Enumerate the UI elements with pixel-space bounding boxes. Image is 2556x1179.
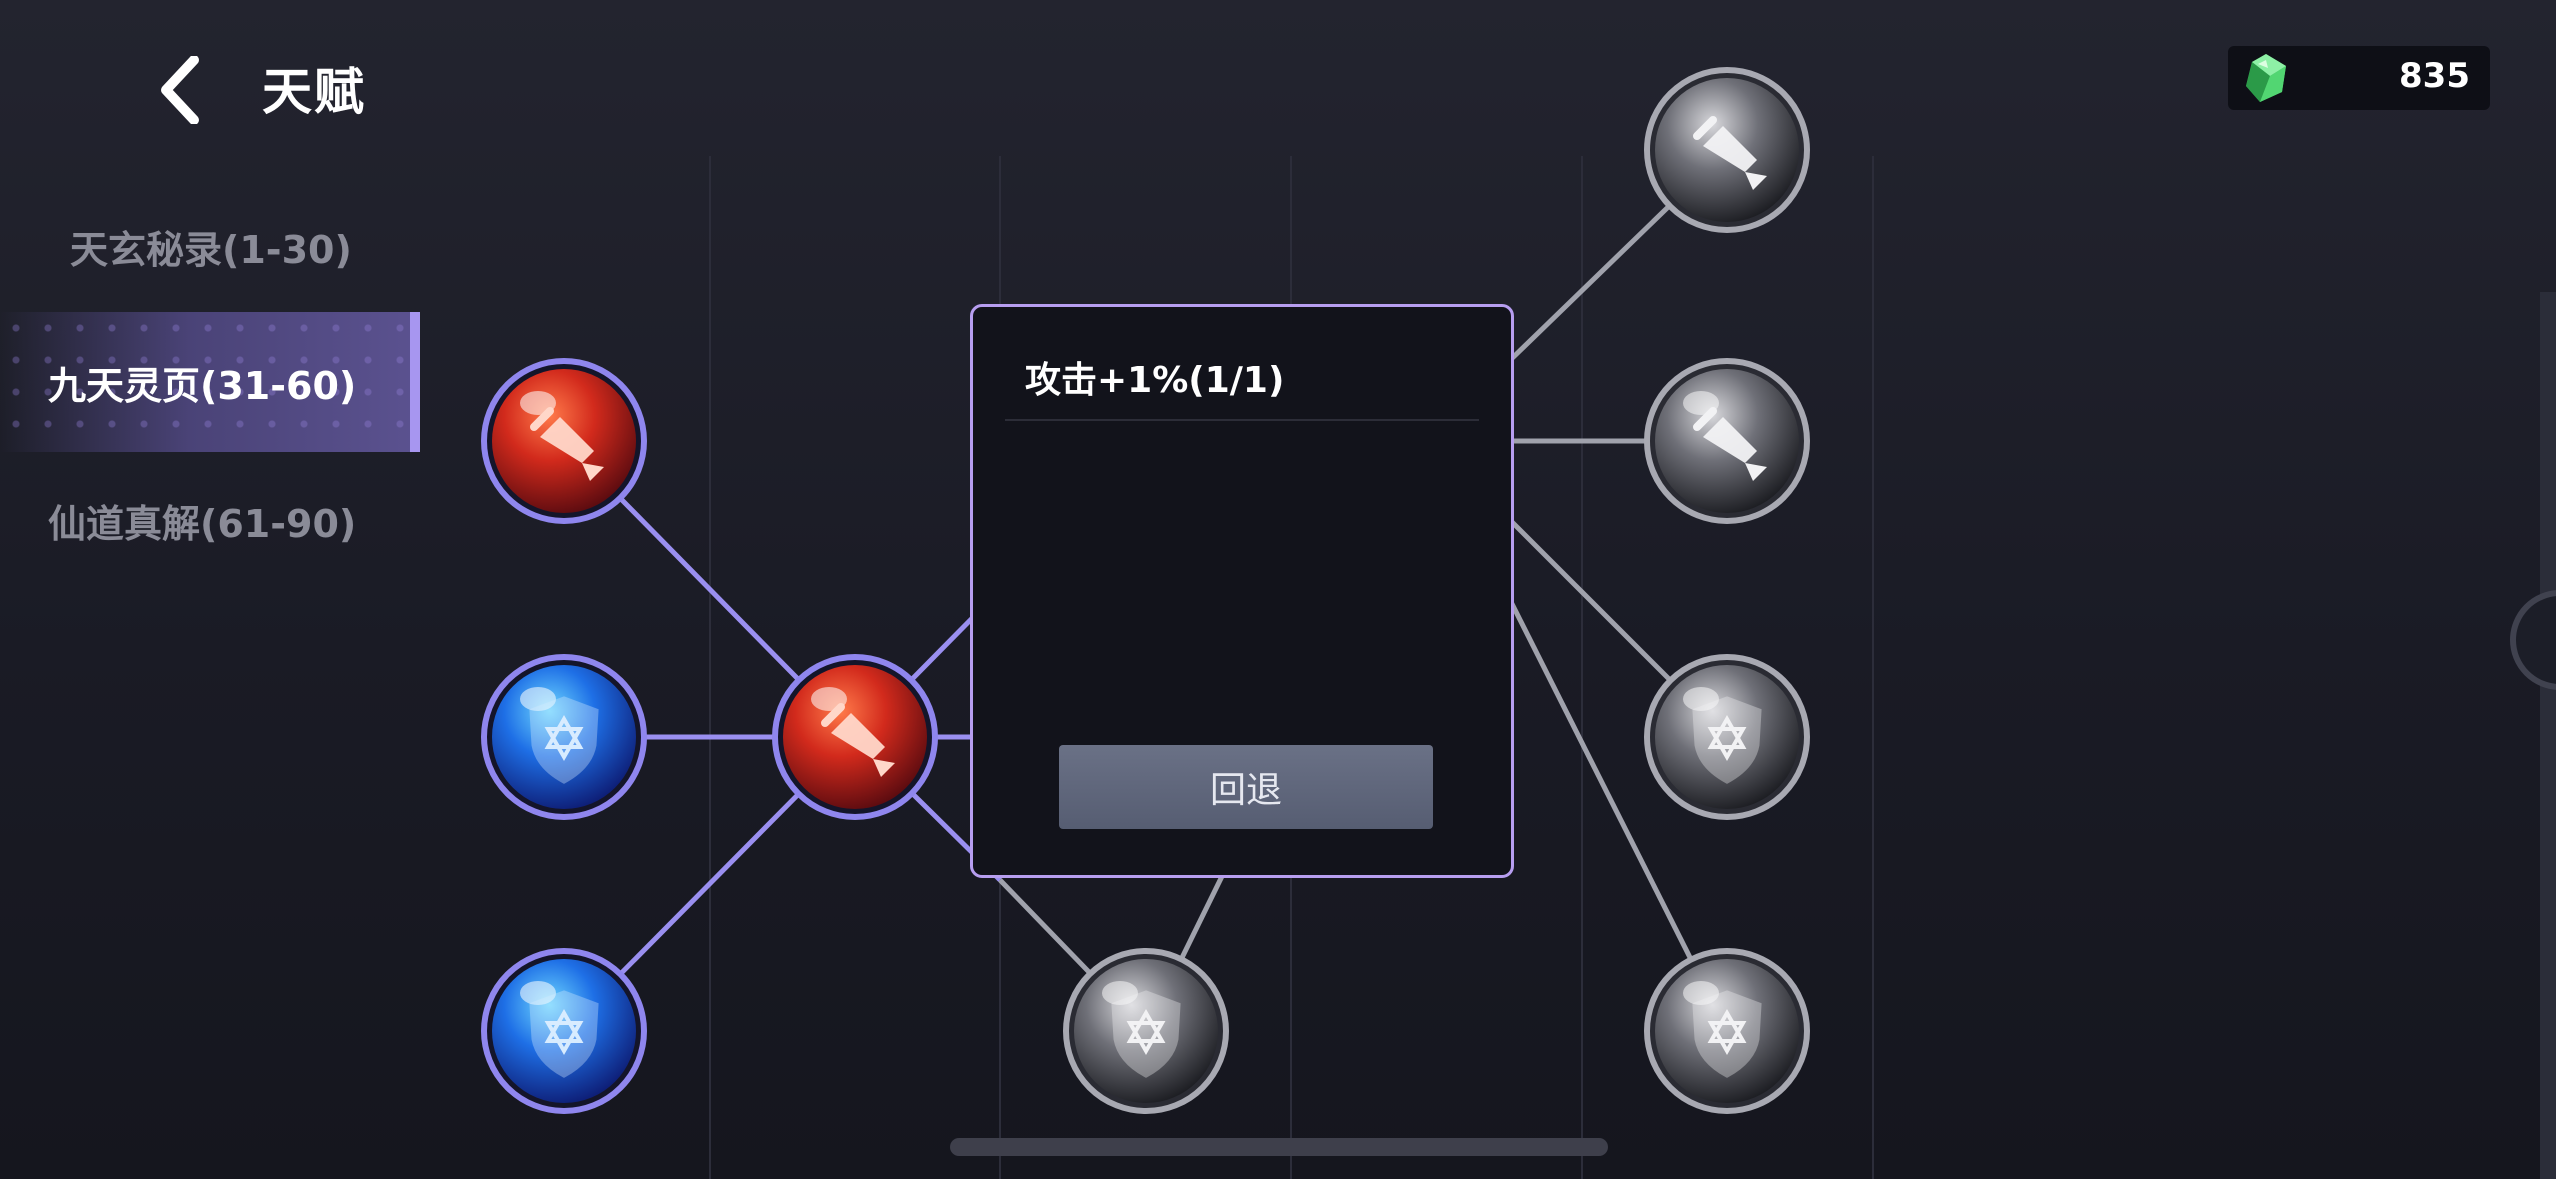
rollback-button[interactable]: 回退 bbox=[1059, 745, 1433, 829]
talent-node-attack-locked[interactable] bbox=[1644, 358, 1810, 524]
tooltip-title: 攻击+1%(1/1) bbox=[1025, 360, 1285, 401]
talent-tooltip: 攻击+1%(1/1) 回退 bbox=[970, 304, 1514, 878]
talent-node-attack-locked[interactable] bbox=[1644, 67, 1810, 233]
tooltip-divider bbox=[1005, 419, 1479, 421]
talent-node-defense[interactable] bbox=[481, 654, 647, 820]
horizontal-scrollbar[interactable] bbox=[950, 1138, 1608, 1156]
talent-node-defense-locked[interactable] bbox=[1063, 948, 1229, 1114]
talent-node-defense[interactable] bbox=[481, 948, 647, 1114]
talent-screen: 天赋 835 天玄秘录(1-30) 九天灵页(31-60) 仙道真解(61-90… bbox=[0, 0, 2556, 1179]
talent-node-attack[interactable] bbox=[481, 358, 647, 524]
talent-node-attack-selected[interactable] bbox=[772, 654, 938, 820]
vertical-scrollbar[interactable] bbox=[2540, 292, 2556, 1179]
talent-node-defense-locked[interactable] bbox=[1644, 654, 1810, 820]
talent-node-defense-locked[interactable] bbox=[1644, 948, 1810, 1114]
